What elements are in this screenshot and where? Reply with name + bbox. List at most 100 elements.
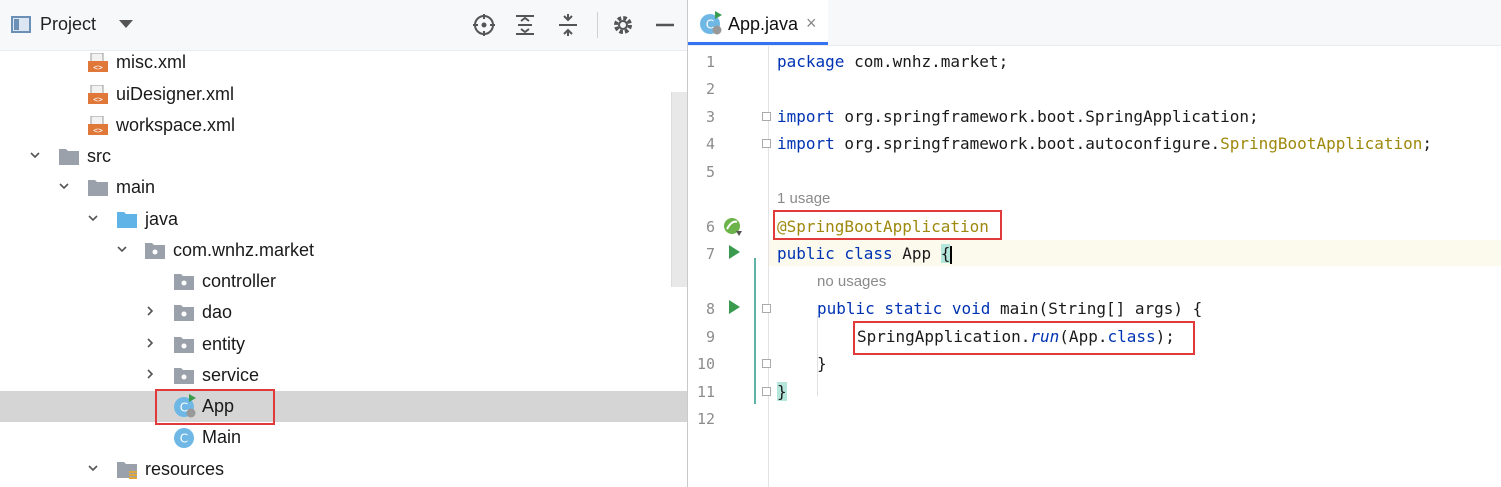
tree-item[interactable]: com.wnhz.market [0,235,687,266]
tree-item-label: misc.xml [116,52,186,72]
line-number: 4 [705,135,715,153]
tree-item-label: controller [202,271,277,291]
text-caret [950,245,953,264]
tree-item[interactable]: <> workspace.xml [0,110,687,141]
folder-icon [59,149,79,165]
tree-item-label: Main [202,427,242,447]
chevron-down-icon[interactable] [30,150,40,160]
chevron-right-icon[interactable] [145,369,155,379]
editor-panel: C App.java × 1 2 3 4 5 6 7 8 9 10 11 12 … [688,0,1501,487]
line-number: 12 [696,410,715,428]
tree-item-label: com.wnhz.market [173,240,315,260]
tree-item[interactable]: src [0,141,687,172]
tree-item-label: main [116,177,156,197]
spring-bean-icon[interactable] [722,216,744,238]
code-line: package com.wnhz.market; [777,52,1009,71]
run-icon[interactable] [729,300,740,314]
tree-item[interactable]: service [0,360,687,391]
source-folder-icon [117,212,137,228]
spring-class-icon: C [700,11,722,35]
highlight-box-annotation [773,210,1002,240]
java-class-icon: C [174,428,194,448]
project-toolbar: Project [0,0,687,51]
xml-file-icon: <> [88,116,108,135]
code-area[interactable]: package com.wnhz.market; import org.spri… [769,46,1501,487]
tree-item[interactable]: <> uiDesigner.xml [0,79,687,110]
line-number: 11 [696,383,715,401]
package-icon [174,368,194,384]
svg-text:<>: <> [93,63,103,72]
code-line: import org.springframework.boot.autoconf… [777,134,1433,153]
line-number: 1 [705,53,715,71]
line-number: 3 [705,108,715,126]
tree-item[interactable]: resources [0,454,687,485]
folder-icon [88,180,108,196]
hide-icon[interactable] [652,12,678,38]
tree-item[interactable]: controller [0,266,687,297]
highlight-box-app [155,389,275,425]
svg-text:<>: <> [93,95,103,104]
collapse-all-icon[interactable] [555,12,581,38]
line-number: 6 [705,218,715,236]
tree-item[interactable]: dao [0,297,687,328]
chevron-down-icon[interactable] [88,463,98,473]
chevron-down-icon[interactable] [88,213,98,223]
line-number: 8 [705,300,715,318]
tree-item-label: service [202,365,260,385]
project-panel: Project <> misc.xml <> uiDesigner.xml <>… [0,0,688,487]
tree-item[interactable]: java [0,204,687,235]
close-icon[interactable]: × [806,13,817,34]
chevron-down-icon[interactable] [59,181,69,191]
xml-file-icon: <> [88,85,108,104]
tree-item[interactable]: C Main [0,422,687,453]
highlight-box-run [853,321,1195,355]
package-icon [174,305,194,321]
chevron-right-icon[interactable] [145,306,155,316]
tree-item[interactable]: <> misc.xml [0,47,687,78]
package-icon [174,274,194,290]
code-line: } [817,354,827,373]
resources-folder-icon [117,462,137,479]
line-number: 9 [705,328,715,346]
package-icon [174,337,194,353]
editor-tabbar: C App.java × [688,0,1501,46]
toolbar-separator [597,12,598,38]
code-line: public static void main(String[] args) { [817,299,1203,318]
tree-item-label: src [87,146,111,166]
code-line: import org.springframework.boot.SpringAp… [777,107,1259,126]
package-icon [145,243,165,259]
tree-item-label: uiDesigner.xml [116,84,235,104]
tree-item-selected[interactable]: C App [0,391,687,422]
project-icon [11,16,31,33]
tree-item-label: workspace.xml [116,115,236,135]
tab-label: App.java [728,14,799,34]
tree-item[interactable]: main [0,172,687,203]
code-line: public class App { [777,244,953,264]
line-number: 7 [705,245,715,263]
tree-scrollbar[interactable] [671,92,688,287]
code-line: } [777,382,787,401]
usage-hint[interactable]: no usages [817,273,886,290]
tree-item-label: dao [202,302,233,322]
tab-app-java[interactable]: C App.java × [688,0,828,45]
line-number: 5 [705,163,715,181]
tree-item-label: entity [202,334,246,354]
usage-hint[interactable]: 1 usage [777,190,830,207]
line-number: 2 [705,80,715,98]
svg-text:C: C [180,432,188,446]
chevron-down-icon[interactable] [119,20,133,28]
chevron-right-icon[interactable] [145,338,155,348]
gear-icon[interactable] [610,12,636,38]
xml-file-icon: <> [88,53,108,72]
chevron-down-icon[interactable] [117,244,127,254]
editor-gutter: 1 2 3 4 5 6 7 8 9 10 11 12 [688,46,771,487]
project-tree: <> misc.xml <> uiDesigner.xml <> workspa… [0,50,687,487]
change-marker [754,258,756,404]
expand-all-icon[interactable] [512,12,538,38]
tree-item[interactable]: entity [0,329,687,360]
line-number: 10 [696,355,715,373]
locate-icon[interactable] [471,12,497,38]
run-icon[interactable] [729,245,740,259]
svg-text:<>: <> [93,126,103,135]
project-title[interactable]: Project [40,14,96,35]
